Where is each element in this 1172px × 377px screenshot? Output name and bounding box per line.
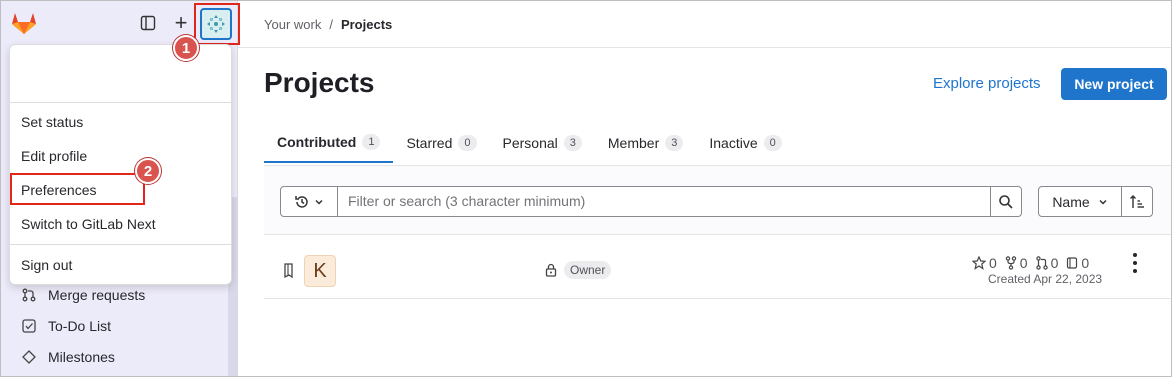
tab-count-badge: 0 [763, 135, 782, 151]
issues-icon[interactable] [1066, 256, 1078, 270]
search-input[interactable]: Filter or search (3 character minimum) [337, 186, 991, 217]
avatar-highlight [194, 3, 240, 45]
sidebar-item-todo[interactable]: To-Do List [1, 310, 238, 341]
tab-label: Member [607, 135, 660, 151]
sidebar-item-label: Milestones [48, 348, 115, 365]
explore-projects-link[interactable]: Explore projects [933, 75, 1041, 92]
sort-direction-button[interactable] [1121, 186, 1153, 217]
step-badge-2: 2 [135, 158, 161, 184]
tab-count-badge: 3 [563, 135, 582, 151]
gitlab-tanuki-icon[interactable] [11, 11, 37, 35]
tab-label: Inactive [709, 135, 758, 151]
recent-searches-button[interactable] [280, 186, 338, 217]
sort-ascending-icon [1130, 194, 1144, 208]
plus-icon[interactable]: + [171, 12, 191, 34]
created-date: Created Apr 22, 2023 [988, 272, 1103, 286]
issues-count: 0 [1081, 255, 1090, 271]
breadcrumb: Your work / Projects [264, 17, 392, 32]
menu-item-edit-profile[interactable]: Edit profile [10, 140, 231, 172]
chevron-down-icon [1099, 199, 1107, 205]
avatar-pattern-icon [207, 15, 225, 33]
history-icon [295, 195, 308, 208]
filter-bar: Filter or search (3 character minimum) N… [264, 165, 1171, 235]
sort-dropdown[interactable]: Name [1038, 186, 1122, 217]
stars-count: 0 [989, 255, 997, 271]
repository-icon [284, 263, 293, 279]
tab-label: Contributed [277, 134, 357, 150]
tab-contributed[interactable]: Contributed 1 [264, 123, 394, 163]
merge-requests-count: 0 [1050, 255, 1059, 271]
tab-label: Personal [502, 135, 558, 151]
project-tabs: Contributed 1 Starred 0 Personal 3 Membe… [264, 123, 1171, 165]
todo-icon [21, 318, 37, 333]
page-title: Projects [264, 67, 375, 98]
user-menu-dropdown: Set status Edit profile Preferences Swit… [9, 44, 232, 285]
sidebar-item-label: To-Do List [48, 317, 112, 334]
project-stats: 0 0 0 0 [972, 255, 1094, 271]
menu-item-sign-out[interactable]: Sign out [10, 249, 231, 281]
tab-label: Starred [406, 135, 453, 151]
role-badge: Owner [564, 261, 612, 279]
app-window: + Merge requests To-Do List Milestones S… [0, 0, 1172, 377]
new-project-button[interactable]: New project [1061, 68, 1167, 100]
fork-icon[interactable] [1005, 256, 1017, 270]
forks-count: 0 [1019, 255, 1028, 271]
menu-item-set-status[interactable]: Set status [10, 106, 231, 138]
milestone-icon [21, 349, 37, 364]
search-icon [999, 194, 1013, 209]
project-avatar[interactable]: K [304, 255, 336, 287]
tab-count-badge: 0 [458, 135, 477, 151]
sidebar-item-label: Merge requests [48, 286, 146, 303]
breadcrumb-your-work[interactable]: Your work [264, 17, 321, 32]
tab-personal[interactable]: Personal 3 [490, 123, 595, 163]
preferences-highlight [10, 173, 145, 205]
chevron-down-icon [315, 199, 323, 205]
tab-starred[interactable]: Starred 0 [393, 123, 489, 163]
step-badge-1: 1 [173, 35, 199, 61]
search-button[interactable] [990, 186, 1022, 217]
main-content: Your work / Projects Projects Explore pr… [238, 1, 1171, 376]
header-divider [238, 47, 1171, 48]
sort-label: Name [1052, 193, 1090, 210]
tab-count-badge: 1 [362, 134, 381, 150]
tab-inactive[interactable]: Inactive 0 [696, 123, 794, 163]
star-icon[interactable] [972, 256, 986, 270]
sidebar-header: + [1, 1, 240, 47]
menu-item-switch-gitlab-next[interactable]: Switch to GitLab Next [10, 208, 231, 240]
user-menu-header [10, 45, 231, 103]
merge-request-icon[interactable] [1035, 256, 1048, 270]
breadcrumb-current: Projects [340, 17, 393, 32]
lock-icon [545, 263, 557, 277]
sidebar-toggle-icon[interactable] [138, 13, 158, 33]
tab-count-badge: 3 [665, 135, 684, 151]
project-row[interactable]: K Owner 0 0 0 0 Created Apr 22, 2023 [264, 241, 1171, 299]
menu-divider [10, 244, 231, 245]
merge-request-icon [21, 288, 37, 302]
more-actions-icon[interactable] [1130, 253, 1140, 273]
breadcrumb-separator: / [329, 17, 333, 32]
user-avatar[interactable] [200, 8, 232, 40]
sidebar-item-milestones[interactable]: Milestones [1, 341, 238, 372]
tab-member[interactable]: Member 3 [595, 123, 696, 163]
sidebar-nav: Merge requests To-Do List Milestones [1, 279, 238, 372]
